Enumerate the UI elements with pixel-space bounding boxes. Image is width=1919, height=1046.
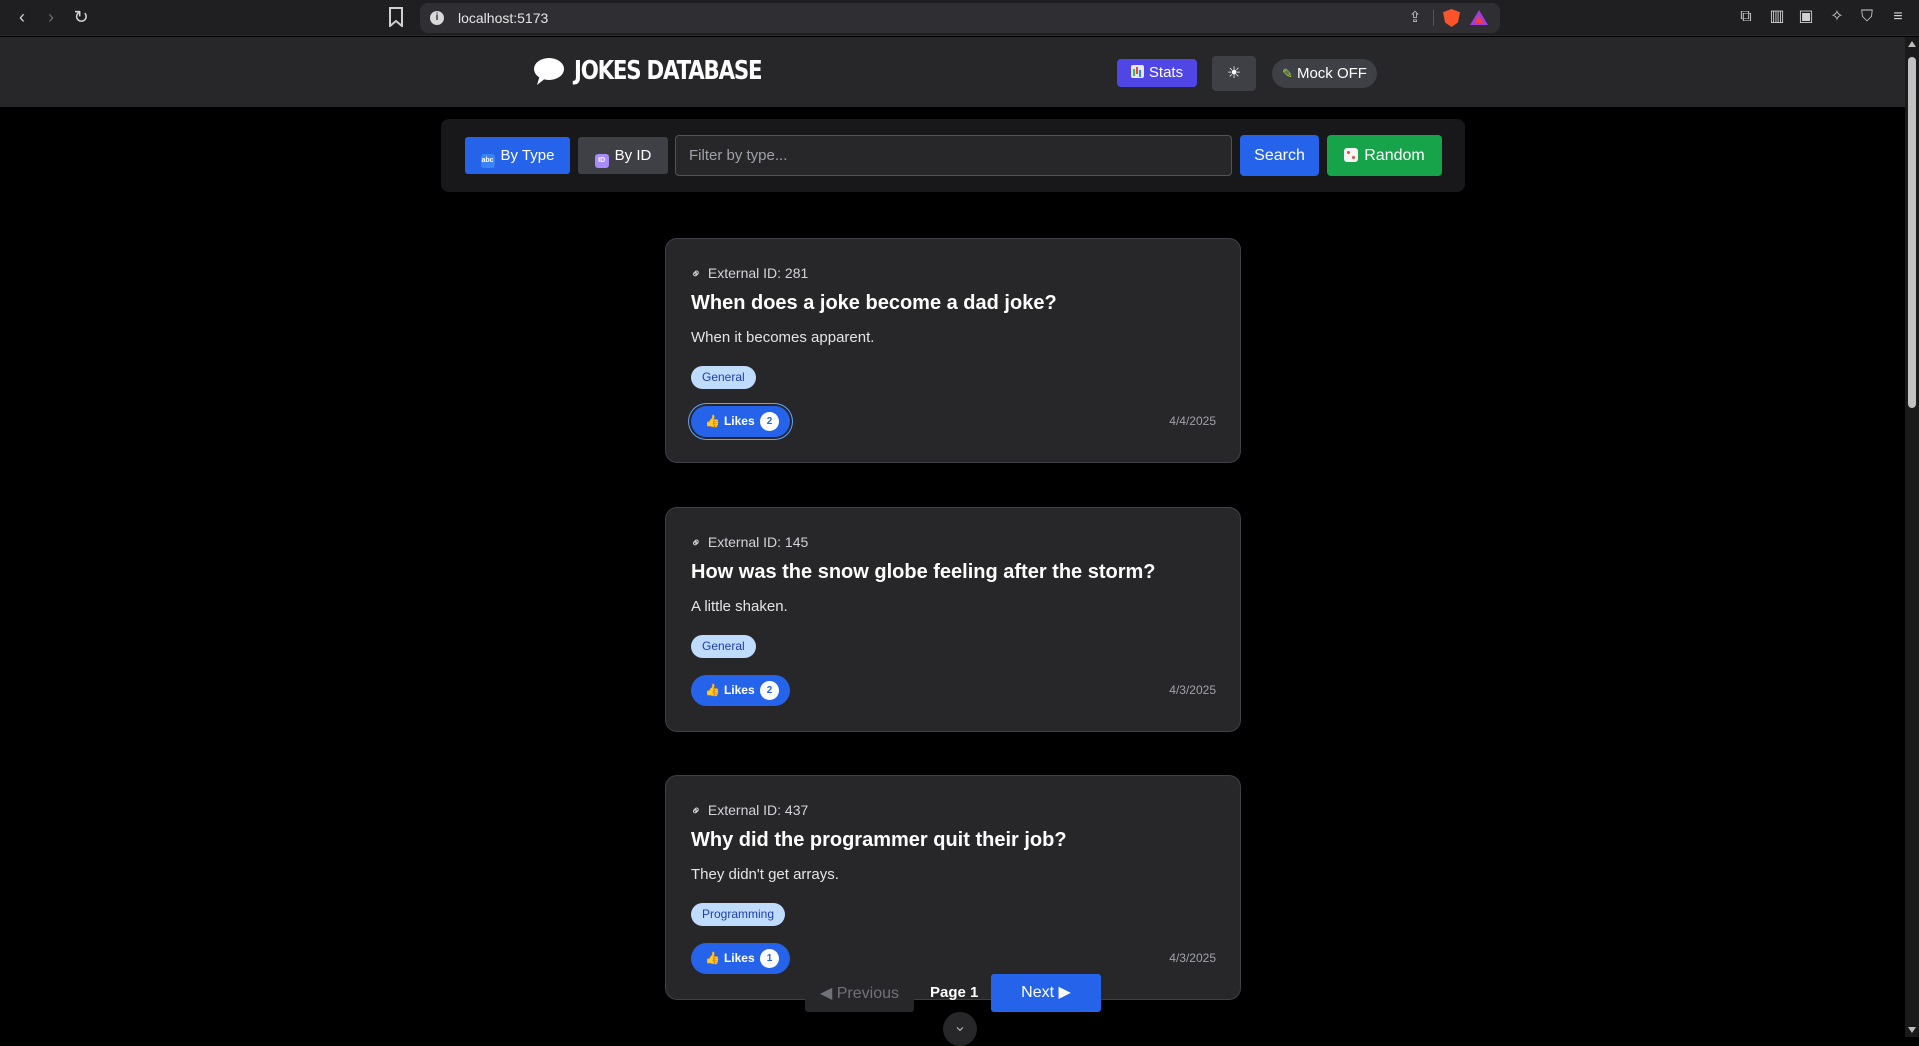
leo-ai-icon[interactable]: ✧	[1827, 7, 1847, 27]
by-id-label: By ID	[614, 147, 652, 164]
joke-punchline: They didn't get arrays.	[691, 866, 839, 883]
link-icon: ⚭	[686, 533, 706, 552]
brave-shields-icon[interactable]	[1443, 9, 1460, 27]
next-page-button[interactable]: Next ▶	[991, 974, 1101, 1012]
external-id: External ID: 437	[707, 802, 809, 818]
divider	[1433, 10, 1434, 26]
joke-type-badge: General	[691, 635, 756, 658]
joke-punchline: When it becomes apparent.	[691, 329, 875, 346]
joke-type-badge: General	[691, 366, 756, 389]
like-button[interactable]: 👍 Likes 2	[691, 406, 790, 437]
search-input[interactable]	[675, 135, 1232, 176]
vpn-icon[interactable]: ⛉	[1857, 7, 1877, 27]
joke-setup: Why did the programmer quit their job?	[691, 829, 1067, 851]
joke-date: 4/3/2025	[1169, 951, 1216, 965]
scrollbar-thumb[interactable]	[1908, 57, 1916, 408]
stats-label: Stats	[1148, 64, 1184, 81]
joke-date: 4/3/2025	[1169, 683, 1216, 697]
link-icon: ⚭	[686, 801, 706, 820]
link-icon: ⚭	[686, 264, 706, 283]
back-icon[interactable]: ‹	[11, 6, 33, 28]
search-button[interactable]: Search	[1240, 135, 1319, 176]
sidebar-icon[interactable]: ▥	[1767, 7, 1787, 27]
likes-label: Likes	[723, 951, 755, 965]
likes-count: 2	[760, 681, 779, 700]
mock-label: Mock OFF	[1296, 65, 1367, 82]
joke-card: ⚭ External ID: 145 How was the snow globe…	[665, 507, 1241, 732]
theme-toggle-button[interactable]: ☀	[1212, 56, 1256, 91]
external-id: External ID: 281	[707, 265, 809, 281]
joke-card: ⚭ External ID: 437 Why did the programmer…	[665, 775, 1241, 1000]
scroll-down-icon[interactable]: ⌄	[943, 1012, 977, 1046]
wallet-icon[interactable]: ▣	[1796, 7, 1816, 27]
site-info-icon[interactable]: i	[430, 11, 444, 25]
id-icon: ID	[594, 154, 609, 168]
random-label: Random	[1364, 147, 1425, 164]
extensions-icon[interactable]: ⧉	[1736, 7, 1756, 27]
dice-icon	[1344, 148, 1359, 162]
by-type-label: By Type	[500, 147, 555, 164]
likes-label: Likes	[723, 683, 755, 697]
like-button[interactable]: 👍 Likes 1	[691, 943, 790, 974]
url-text[interactable]: localhost:5173	[458, 10, 548, 26]
joke-punchline: A little shaken.	[691, 598, 788, 615]
pencil-icon: ✎	[1282, 66, 1293, 81]
likes-label: Likes	[723, 414, 755, 428]
joke-setup: When does a joke become a dad joke?	[691, 292, 1057, 314]
joke-card: ⚭ External ID: 281 When does a joke becom…	[665, 238, 1241, 463]
reload-icon[interactable]: ↻	[70, 6, 92, 28]
thumbs-up-icon: 👍	[705, 414, 720, 428]
stats-button[interactable]: Stats	[1117, 59, 1197, 87]
share-icon[interactable]: ⇪	[1406, 9, 1424, 27]
mock-toggle-button[interactable]: ✎ Mock OFF	[1272, 59, 1377, 88]
random-button[interactable]: Random	[1327, 135, 1442, 176]
external-id: External ID: 145	[707, 534, 809, 550]
brave-rewards-icon[interactable]	[1470, 10, 1488, 25]
forward-icon[interactable]: ›	[40, 6, 62, 28]
sun-icon: ☀	[1226, 65, 1242, 82]
thumbs-up-icon: 👍	[705, 683, 720, 697]
like-button[interactable]: 👍 Likes 2	[691, 675, 790, 706]
likes-count: 2	[760, 412, 779, 431]
search-panel: abc By Type ID By ID Search Random	[441, 119, 1465, 192]
by-type-button[interactable]: abc By Type	[465, 137, 570, 174]
bookmark-icon[interactable]	[388, 7, 404, 27]
address-bar[interactable]: i localhost:5173 ⇪	[420, 3, 1500, 33]
page-indicator: Page 1	[930, 984, 979, 1001]
thumbs-up-icon: 👍	[705, 951, 720, 965]
app-header: JOKES DATABASE Stats ☀ ✎ Mock OFF	[0, 37, 1905, 107]
scroll-up-arrow-icon[interactable]	[1908, 41, 1916, 47]
menu-icon[interactable]: ≡	[1888, 7, 1908, 27]
likes-count: 1	[760, 949, 779, 968]
previous-page-button[interactable]: ◀ Previous	[805, 975, 914, 1012]
scroll-down-arrow-icon[interactable]	[1908, 1027, 1916, 1033]
browser-toolbar: ‹ › ↻ i localhost:5173 ⇪ ⧉ ▥ ▣ ✧ ⛉ ≡	[0, 0, 1919, 36]
chart-icon	[1130, 65, 1144, 78]
joke-date: 4/4/2025	[1169, 414, 1216, 428]
abc-icon: abc	[480, 154, 495, 168]
speech-bubble-icon	[534, 58, 564, 80]
by-id-button[interactable]: ID By ID	[578, 137, 668, 174]
joke-setup: How was the snow globe feeling after the…	[691, 561, 1156, 583]
joke-type-badge: Programming	[691, 903, 786, 926]
app-title: JOKES DATABASE	[574, 56, 763, 86]
page-scrollbar[interactable]	[1905, 37, 1919, 1037]
